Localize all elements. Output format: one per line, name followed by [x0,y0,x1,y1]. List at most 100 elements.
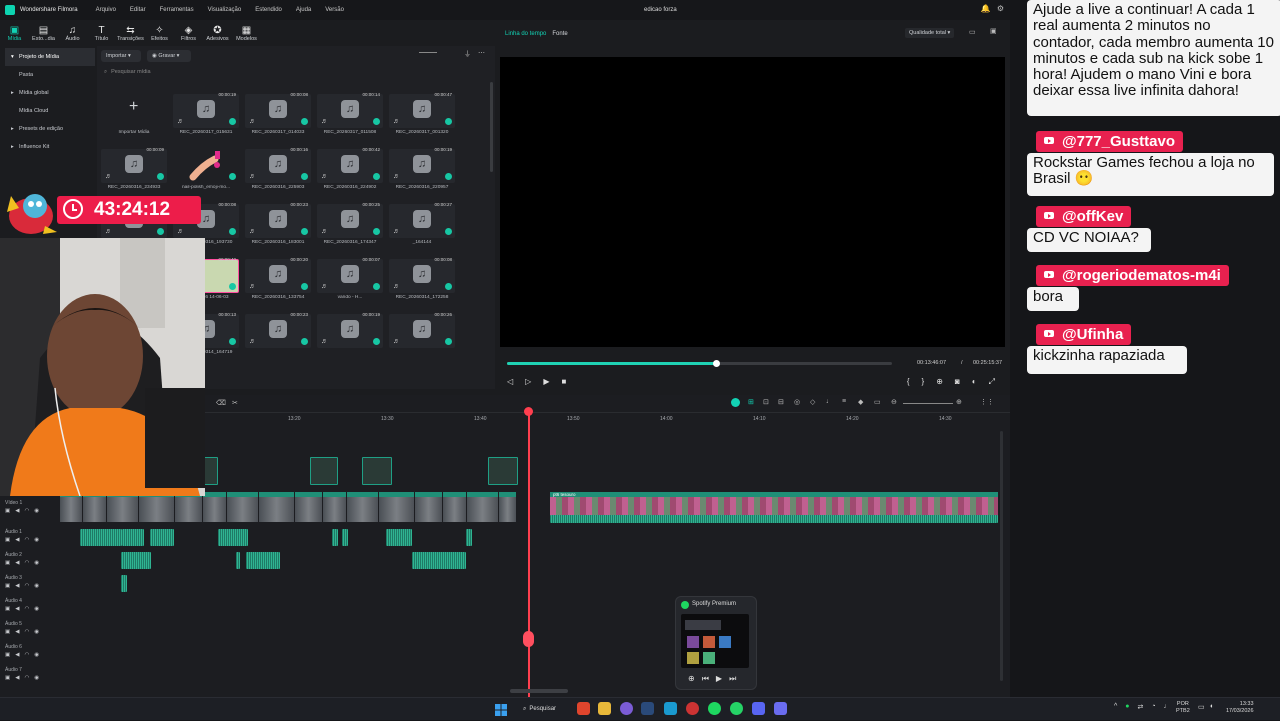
import-media-tile[interactable]: + Importar Mídia [101,92,167,136]
headphone-icon[interactable]: ◠ [24,508,29,514]
mute-icon[interactable]: ◀ [15,560,19,566]
mute-icon[interactable]: ◀ [15,508,19,514]
video-clip[interactable] [467,492,498,522]
headphone-icon[interactable]: ◠ [24,583,29,589]
zoom-out-icon[interactable]: ⊖ [891,398,897,406]
discord-icon[interactable] [620,702,633,715]
marker-icon[interactable]: ⊡ [763,398,769,406]
clock[interactable]: 13:33 17/03/2026 [1226,701,1254,715]
steam-icon[interactable] [641,702,654,715]
sync-icon[interactable]: ⇄ [1138,703,1144,711]
video-clip[interactable] [203,492,226,522]
toolbar-tab-3[interactable]: T Título [87,20,116,46]
eye-icon[interactable]: ◉ [34,606,39,612]
video-clip[interactable] [499,492,516,522]
layout-icon[interactable]: ▭ [969,28,976,36]
progress-knob[interactable] [713,360,721,367]
record-dropdown[interactable]: ◉ Gravar ▾ [147,50,191,62]
toolbar-tab-4[interactable]: ⇆ Transições [116,20,145,46]
audio-clip[interactable] [246,552,280,569]
overlay-clip[interactable] [488,457,518,485]
lock-icon[interactable]: ▣ [5,537,10,543]
network-icon[interactable]: ▭ [1198,703,1205,711]
more-icon[interactable]: ⋯ [478,49,485,57]
tab-source[interactable]: Fonte [552,31,567,37]
speed-icon[interactable]: ◎ [794,398,800,406]
taskbar-search[interactable]: ⌕ Pesquisar [518,702,566,716]
track-header[interactable]: Vídeo 1 ▣ ◀ ◠ ◉ [5,500,57,514]
lock-icon[interactable]: ▣ [5,560,10,566]
media-tile[interactable]: ♫ ♬ 00:00:42 REC_20260316_224902 [317,147,383,191]
track-header[interactable]: Áudio 1 ▣ ◀ ◠ ◉ [5,529,57,543]
previous-icon[interactable]: ⏮ [702,674,709,684]
video-clip[interactable] [443,492,466,522]
video-clip[interactable] [60,492,82,522]
video-clip[interactable] [295,492,322,522]
media-tile[interactable]: ♫ ♬ 00:00:08 REC_20260314_172258 [389,257,455,301]
audio-clip[interactable] [386,529,412,546]
media-tile[interactable]: ♫ ♬ 00:00:09 REC_20260316_234933 [101,147,167,191]
windows-start-icon[interactable] [495,703,507,716]
audio-clip[interactable] [550,515,998,523]
eye-icon[interactable]: ◉ [34,652,39,658]
zoom-preview-icon[interactable]: ⊕ [936,377,943,387]
media-tile[interactable]: ♫ ♬ 00:00:47 REC_20260317_001320 [389,92,455,136]
next-frame-icon[interactable]: ▷ [525,377,531,386]
keyframe-icon[interactable]: ◆ [858,398,863,406]
timeline-scrollbar[interactable] [510,689,568,693]
media-tile[interactable]: ♫ ♬ 00:00:23 [245,312,311,356]
media-tile[interactable]: ♫ ♬ 00:00:27 _164144 [389,202,455,246]
chevron-up-icon[interactable]: ^ [1114,703,1117,711]
app-icon[interactable] [752,702,765,715]
menu-ferramentas[interactable]: Ferramentas [160,7,194,13]
obs-icon[interactable] [686,702,699,715]
spotify-miniplayer[interactable]: Spotify Premium ⊕ ⏮ ▶ ⏭ [675,596,757,690]
video-clip[interactable] [107,492,138,522]
headphone-icon[interactable]: ◠ [24,537,29,543]
filmora-taskbar-icon[interactable] [664,702,677,715]
headphone-icon[interactable]: ◠ [24,675,29,681]
eye-icon[interactable]: ◉ [34,675,39,681]
shield-icon[interactable]: ◇ [810,398,815,406]
media-search[interactable]: ⌕ Pesquisar mídia [101,66,486,78]
toolbar-tab-0[interactable]: ▣ Mídia [0,20,29,46]
video-clip[interactable] [323,492,346,522]
video-clip[interactable] [415,492,442,522]
wifi-icon[interactable]: ◔ [1151,703,1155,711]
snapshot-icon[interactable]: ▣ [990,27,997,35]
headphone-icon[interactable]: ◠ [24,560,29,566]
track-header[interactable]: Áudio 5 ▣ ◀ ◠ ◉ [5,621,57,635]
play-icon[interactable]: ▶ [543,377,549,386]
prev-frame-icon[interactable]: ◁ [507,377,513,386]
settings-icon[interactable]: ⚙ [997,4,1004,13]
fullscreen-icon[interactable]: ⤢ [989,377,995,387]
brave-icon[interactable] [577,702,590,715]
ai-toggle-icon[interactable] [731,398,740,407]
media-tile[interactable]: ♫ ♬ 00:00:19 [317,312,383,356]
audio-clip[interactable] [236,552,240,569]
audio-clip[interactable] [466,529,472,546]
sidebar-item[interactable]: ▸ Mídia global [5,84,95,102]
split-icon[interactable]: ⊟ [778,398,784,406]
video-clip[interactable] [139,492,174,522]
audio-clip[interactable] [80,529,122,546]
next-icon[interactable]: ⏭ [729,674,736,684]
media-tile[interactable]: ♫ ♬ 00:00:08 REC_20260317_014033 [245,92,311,136]
timeline-zoom-slider[interactable] [903,403,953,404]
media-tile[interactable]: ♫ ♬ 00:00:19 REC_20260316_220957 [389,147,455,191]
file-explorer-icon[interactable] [598,702,611,715]
track-header[interactable]: Áudio 3 ▣ ◀ ◠ ◉ [5,575,57,589]
headphone-icon[interactable]: ◠ [24,652,29,658]
toolbar-tab-6[interactable]: ◈ Filtros [174,20,203,46]
eye-icon[interactable]: ◉ [34,560,39,566]
volume-icon[interactable]: ◐ [972,377,977,387]
media-tile[interactable]: ♫ ♬ 00:00:20 REC_20260316_133754 [245,257,311,301]
media-tile[interactable]: ♫ ♬ 00:00:23 REC_20260316_183001 [245,202,311,246]
overlay-clip[interactable] [310,457,338,485]
video-clip[interactable] [83,492,106,522]
whatsapp-icon[interactable] [730,702,743,715]
grid-icon[interactable]: ⋮⋮ [980,398,994,406]
menu-estendido[interactable]: Estendido [255,7,282,13]
sidebar-item[interactable]: ▸ Influence Kit [5,138,95,156]
audio-clip[interactable] [342,529,348,546]
